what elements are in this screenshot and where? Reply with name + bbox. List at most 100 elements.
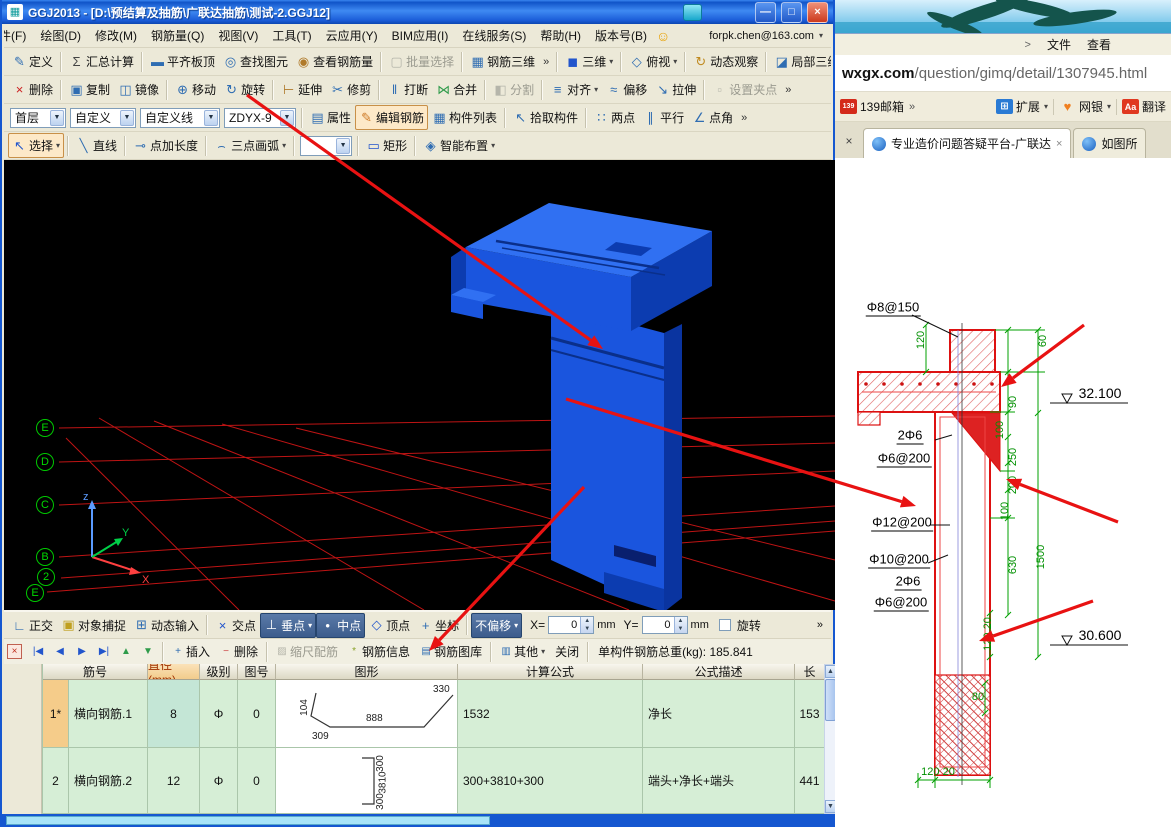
rotate-checkbox[interactable]	[719, 619, 731, 631]
view-rebar-qty-button[interactable]: ◉查看钢筋量	[292, 49, 377, 74]
col-header-figure-no[interactable]: 图号	[238, 664, 276, 680]
bookmarks-overflow-chevron[interactable]: »	[909, 101, 915, 113]
overflow-chevron[interactable]: »	[737, 112, 751, 124]
minimize-button[interactable]: —	[755, 2, 776, 23]
combo-dropdown-arrow[interactable]: ▼	[204, 110, 218, 126]
object-snap-toggle[interactable]: ▣对象捕捉	[57, 613, 130, 638]
merge-button[interactable]: ⋈合并	[432, 77, 481, 102]
menu-item-9[interactable]: 帮助(H)	[533, 25, 588, 46]
address-bar[interactable]: wxgx.com/question/gimq/detail/1307945.ht…	[835, 55, 1171, 92]
formula-desc-cell[interactable]: 端头+净长+端头	[643, 748, 795, 814]
combo-dropdown-arrow[interactable]: ▼	[50, 110, 64, 126]
panel-close-icon[interactable]: ×	[841, 134, 857, 150]
restore-button[interactable]: □	[781, 2, 802, 23]
combo-dropdown-arrow[interactable]: ▼	[120, 110, 134, 126]
prev-row-button[interactable]: ◀	[49, 643, 71, 660]
menu-item-5[interactable]: 工具(T)	[265, 25, 318, 46]
mirror-button[interactable]: ◫镜像	[114, 77, 163, 102]
snap-perpendicular-button[interactable]: ⊥垂点▾	[260, 613, 316, 638]
properties-button[interactable]: ▤属性	[306, 105, 355, 130]
length-cell[interactable]: 441	[795, 748, 825, 814]
snapbar-overflow-chevron[interactable]: »	[817, 619, 827, 631]
overlay-tool-icon[interactable]	[683, 4, 702, 21]
select-tool-button[interactable]: ↖选择▾	[8, 133, 64, 158]
diameter-cell[interactable]: 8	[148, 680, 200, 748]
trim-button[interactable]: ✂修剪	[326, 77, 375, 102]
grade-cell[interactable]: Φ	[200, 748, 238, 814]
rebar-3d-button[interactable]: ▦钢筋三维	[466, 49, 539, 74]
title-bar[interactable]: ▦ GGJ2013 - [D:\预结算及抽筋\广联达抽筋\测试-2.GGJ12]…	[2, 0, 833, 24]
offset-mode-select[interactable]: 不偏移▾	[471, 613, 522, 638]
overflow-chevron[interactable]: »	[539, 56, 553, 68]
component-type-select[interactable]: 自定义▼	[70, 108, 136, 128]
col-header-grade[interactable]: 级别	[200, 664, 238, 680]
snap-coordinate-button[interactable]: +坐标	[414, 613, 463, 638]
smiley-icon[interactable]: ☺	[656, 28, 670, 44]
rotate-button[interactable]: ↻旋转	[220, 77, 269, 102]
col-header-formula-desc[interactable]: 公式描述	[643, 664, 795, 680]
shape-cell[interactable]: 104 309 888 330	[276, 680, 458, 748]
wall-3d-model[interactable]	[451, 203, 712, 610]
find-element-button[interactable]: ◎查找图元	[219, 49, 292, 74]
orbit-button[interactable]: ↻动态观察	[689, 49, 762, 74]
menu-item-0[interactable]: 文件(F)	[4, 25, 33, 46]
grade-cell[interactable]: Φ	[200, 680, 238, 748]
figure-no-cell[interactable]: 0	[238, 680, 276, 748]
dynamic-input-toggle[interactable]: ⊞动态输入	[130, 613, 203, 638]
col-header-diameter[interactable]: 直径(mm)	[148, 664, 200, 680]
col-header-formula[interactable]: 计算公式	[458, 664, 643, 680]
component-subtype-select[interactable]: 自定义线▼	[140, 108, 220, 128]
menu-item-1[interactable]: 绘图(D)	[33, 25, 88, 46]
three-point-arc-button[interactable]: ⌢三点画弧▾	[210, 133, 290, 158]
pick-component-button[interactable]: ↖拾取构件	[509, 105, 582, 130]
shape-cell[interactable]: 300 3810 300	[276, 748, 458, 814]
y-coordinate-input[interactable]: 0 ▲▼	[642, 616, 688, 634]
arc-mode-select[interactable]: ▼	[300, 136, 352, 156]
row-number-cell[interactable]: 1*	[43, 680, 69, 748]
combo-dropdown-arrow[interactable]: ▼	[280, 110, 294, 126]
translate-menu[interactable]: Aa 翻译	[1122, 98, 1166, 115]
menu-item-8[interactable]: 在线服务(S)	[455, 25, 533, 46]
viewport-3d[interactable]: z X Y EDCB2E	[4, 160, 835, 610]
first-row-button[interactable]: |◀	[27, 643, 49, 660]
rebar-info-button[interactable]: *钢筋信息	[343, 640, 415, 663]
close-panel-button[interactable]: 关闭	[550, 640, 584, 663]
snap-vertex-button[interactable]: ◇顶点	[365, 613, 414, 638]
menu-item-6[interactable]: 云应用(Y)	[319, 25, 385, 46]
align-button[interactable]: ≡对齐▾	[546, 77, 602, 102]
combo-dropdown-arrow[interactable]: ▼	[336, 138, 350, 154]
next-row-button[interactable]: ▶	[71, 643, 93, 660]
last-row-button[interactable]: ▶|	[93, 643, 115, 660]
browser-menu-file[interactable]: 文件	[1047, 36, 1071, 53]
parallel-button[interactable]: ∥平行	[639, 105, 688, 130]
spinner-arrows-icon[interactable]: ▲▼	[674, 617, 687, 633]
move-row-up-button[interactable]: ▲	[115, 643, 137, 660]
close-button[interactable]: ×	[807, 2, 828, 23]
menu-item-7[interactable]: BIM应用(I)	[385, 25, 456, 46]
rectangle-tool-button[interactable]: ▭矩形	[362, 133, 411, 158]
align-slab-top-button[interactable]: ▬平齐板顶	[146, 49, 219, 74]
extensions-menu[interactable]: ⊞ 扩展 ▾	[996, 98, 1048, 115]
smart-layout-button[interactable]: ◈智能布置▾	[419, 133, 499, 158]
table-row[interactable]: 1* 横向钢筋.1 8 Φ 0 104 309 888 330 1532 净长 …	[43, 680, 824, 748]
move-button[interactable]: ⊕移动	[171, 77, 220, 102]
snap-midpoint-button[interactable]: •中点	[316, 613, 365, 638]
point-angle-button[interactable]: ∠点角	[688, 105, 737, 130]
tab-close-icon[interactable]: ×	[1056, 138, 1062, 150]
stretch-button[interactable]: ↘拉伸	[651, 77, 700, 102]
table-row[interactable]: 2 横向钢筋.2 12 Φ 0 300 3810 300 300+3810+30…	[43, 748, 824, 814]
copy-button[interactable]: ▣复制	[65, 77, 114, 102]
tab-qa-platform[interactable]: 专业造价问题答疑平台-广联达 ×	[863, 128, 1071, 158]
bar-name-cell[interactable]: 横向钢筋.1	[69, 680, 148, 748]
extend-button[interactable]: ⊢延伸	[277, 77, 326, 102]
summary-calc-button[interactable]: Σ汇总计算	[65, 49, 138, 74]
tab-image[interactable]: 如图所	[1073, 128, 1146, 158]
two-point-button[interactable]: ∷两点	[590, 105, 639, 130]
offset-button[interactable]: ≈偏移	[602, 77, 651, 102]
define-button[interactable]: ✎定义	[8, 49, 57, 74]
figure-no-cell[interactable]: 0	[238, 748, 276, 814]
insert-row-button[interactable]: +插入	[167, 640, 215, 663]
view-3d-button[interactable]: ◼三维▾	[561, 49, 617, 74]
formula-cell[interactable]: 300+3810+300	[458, 748, 643, 814]
other-menu-button[interactable]: ▥其他▾	[495, 640, 550, 663]
